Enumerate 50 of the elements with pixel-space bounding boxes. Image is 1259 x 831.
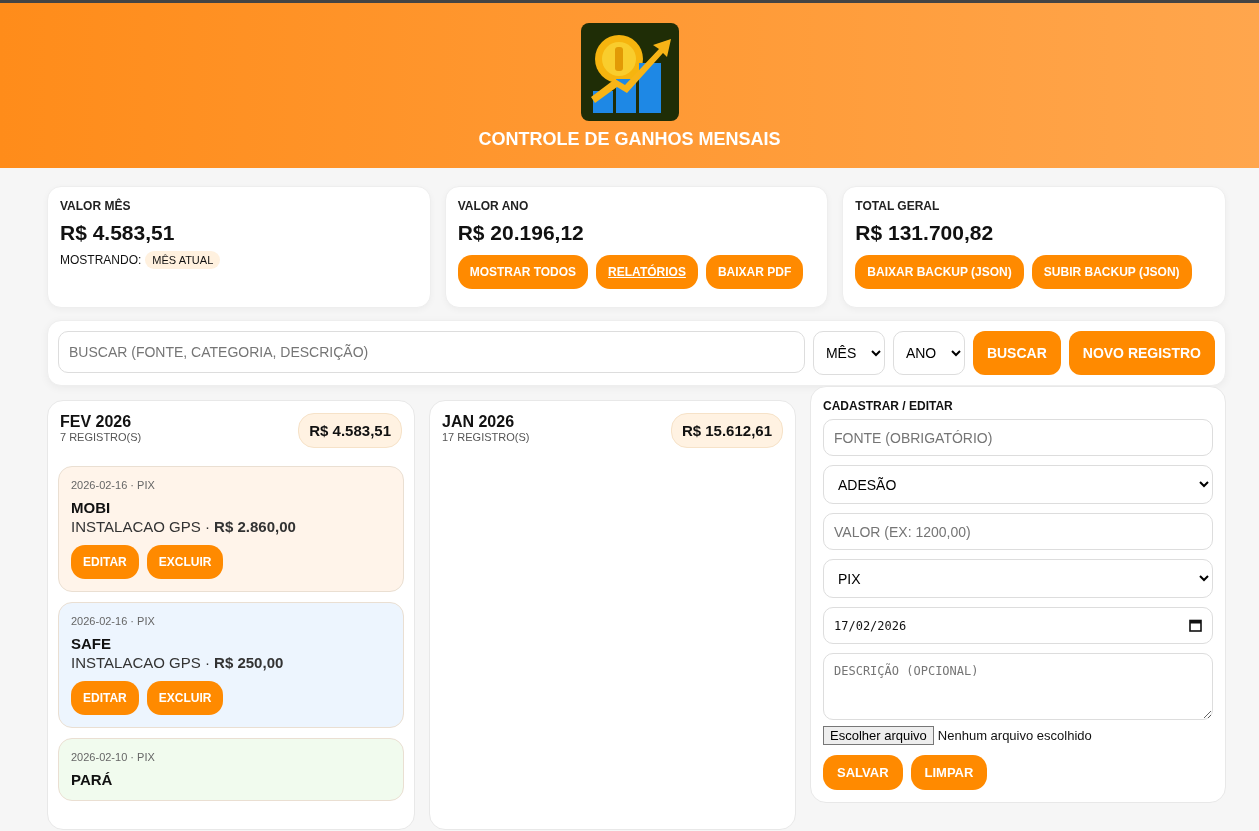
card-label: TOTAL GERAL <box>855 199 941 213</box>
record-count: 17 REGISTRO(S) <box>442 431 530 443</box>
entry-name: PARÁ <box>71 771 114 788</box>
value-field[interactable]: VALOR (EX: 1200,00) <box>823 513 1213 550</box>
category-select[interactable]: ADESÃO <box>823 465 1213 504</box>
entry-name: MOBI <box>71 499 112 516</box>
action-button[interactable]: BAIXAR PDF <box>705 255 804 289</box>
card-label: VALOR ANO <box>457 199 530 213</box>
month-total: R$ 15.612,61 <box>670 413 783 448</box>
search-action-button[interactable]: NOVO REGISTRO <box>1068 331 1215 375</box>
showing-label: MOSTRANDO: <box>60 253 142 267</box>
entry-meta: 2026-02-16 · PIX <box>71 479 156 491</box>
source-field[interactable]: FONTE (OBRIGATÓRIO) <box>823 419 1213 456</box>
description-field[interactable]: DESCRIÇÃO (OPCIONAL) <box>823 653 1213 720</box>
entry-button[interactable]: EDITAR <box>71 545 139 579</box>
year-select[interactable]: ANO <box>892 331 965 375</box>
action-button[interactable]: MOSTRAR TODOS <box>457 255 589 289</box>
date-field[interactable]: 17/02/2026 <box>823 607 1213 644</box>
entry-button[interactable]: EXCLUIR <box>146 545 224 579</box>
month-title: FEV 2026 <box>60 413 133 431</box>
search-field[interactable]: BUSCAR (FONTE, CATEGORIA, DESCRIÇÃO) <box>58 331 805 373</box>
month-select[interactable]: MÊS <box>812 331 885 375</box>
card-value: R$ 4.583,51 <box>60 221 176 245</box>
month-title: JAN 2026 <box>442 413 516 431</box>
file-status: Nenhum arquivo escolhido <box>937 728 1092 743</box>
entry-name: SAFE <box>71 635 112 652</box>
calendar-icon <box>1189 619 1202 632</box>
method-select[interactable]: PIX <box>823 559 1213 598</box>
entry-meta: 2026-02-16 · PIX <box>71 615 156 627</box>
form-button[interactable]: SALVAR <box>823 755 903 790</box>
card-label: VALOR MÊS <box>60 199 132 213</box>
entry-meta: 2026-02-10 · PIX <box>71 751 156 763</box>
entry-detail: INSTALACAO GPS · R$ 2.860,00 <box>71 518 297 535</box>
choose-file-button[interactable]: Escolher arquivo <box>823 726 934 745</box>
form-button[interactable]: LIMPAR <box>910 755 988 790</box>
search-action-button[interactable]: BUSCAR <box>972 331 1061 375</box>
action-button[interactable]: SUBIR BACKUP (JSON) <box>1031 255 1192 289</box>
link-button[interactable]: RELATÓRIOS <box>596 255 698 289</box>
form-title: CADASTRAR / EDITAR <box>823 399 954 413</box>
logo-icon <box>580 23 679 121</box>
entry-detail: INSTALACAO GPS · R$ 250,00 <box>71 654 285 671</box>
entry-button[interactable]: EXCLUIR <box>146 681 224 715</box>
record-count: 7 REGISTRO(S) <box>60 431 142 443</box>
action-button[interactable]: BAIXAR BACKUP (JSON) <box>855 255 1024 289</box>
month-total: R$ 4.583,51 <box>298 413 402 448</box>
card-value: R$ 131.700,82 <box>855 221 995 245</box>
period-badge: MÊS ATUAL <box>145 251 221 269</box>
card-value: R$ 20.196,12 <box>457 221 585 245</box>
app-title: CONTROLE DE GANHOS MENSAIS <box>478 129 781 150</box>
entry-button[interactable]: EDITAR <box>71 681 139 715</box>
